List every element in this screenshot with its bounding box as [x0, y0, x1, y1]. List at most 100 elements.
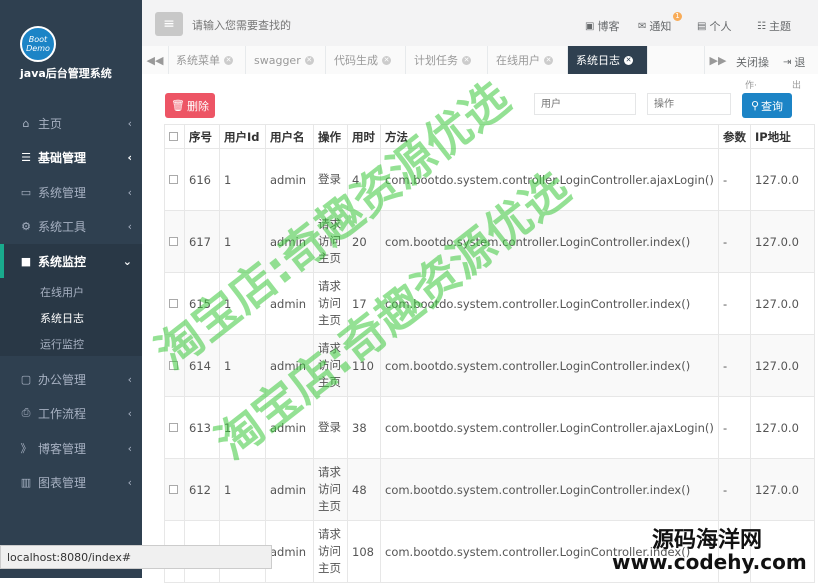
tab-label: 在线用户	[496, 54, 540, 67]
cell-duration: 48	[347, 458, 381, 521]
print-icon: ⎙	[21, 406, 31, 419]
checkbox-icon	[169, 422, 178, 432]
query-button[interactable]: ⚲ 查询	[742, 93, 792, 118]
column-header[interactable]: IP地址	[750, 124, 815, 149]
personal-link-label: 个人	[709, 20, 732, 33]
cell-ip: 127.0.0	[750, 272, 815, 335]
sidebar-item-label: 工作流程	[38, 406, 87, 421]
user-filter-input[interactable]	[534, 93, 636, 115]
chevron-down-icon: ⌄	[122, 254, 132, 268]
sidebar-header: Boot Demo java后台管理系统	[0, 0, 142, 100]
sidebar-item-system-monitor[interactable]: ■ 系统监控 ⌄	[0, 244, 142, 278]
video-icon: ■	[20, 254, 32, 268]
logout-link[interactable]: ⇥ 退	[783, 54, 805, 70]
sidebar-item-basic[interactable]: ☰ 基础管理 ‹	[0, 140, 142, 174]
tab-code-gen[interactable]: 代码生成 ✕	[326, 46, 406, 74]
cell-ip: 127.0.0	[750, 210, 815, 273]
submenu-item-system-log[interactable]: 系统日志	[40, 310, 84, 326]
app-logo[interactable]: Boot Demo	[20, 26, 56, 62]
tab-swagger[interactable]: swagger ✕	[246, 46, 326, 74]
chevron-left-icon: ‹	[127, 372, 132, 386]
close-icon[interactable]: ✕	[544, 55, 553, 65]
close-tabs-label: 关闭操	[736, 56, 769, 69]
cell-params: -	[718, 458, 751, 521]
notification-badge: 1	[673, 12, 682, 21]
tab-system-menu[interactable]: 系统菜单 ✕	[168, 46, 246, 74]
sidebar-item-label: 主页	[38, 116, 63, 131]
sidebar: Boot Demo java后台管理系统 ⌂ 主页 ‹ ☰ 基础管理 ‹ ▭ 系…	[0, 0, 142, 578]
cell-method: com.bootdo.system.controller.LoginContro…	[380, 458, 719, 521]
tab-system-log[interactable]: 系统日志 ✕	[568, 46, 648, 74]
row-checkbox[interactable]	[164, 210, 185, 273]
operation-filter-input[interactable]	[647, 93, 731, 115]
logout-label: 退	[794, 56, 806, 69]
close-icon[interactable]: ✕	[304, 55, 314, 65]
cell-ip: 127.0.0	[750, 458, 815, 521]
select-all-checkbox[interactable]	[164, 124, 185, 149]
trash-icon: 🗑	[171, 99, 185, 112]
close-icon[interactable]: ✕	[224, 55, 233, 65]
sidebar-item-home[interactable]: ⌂ 主页 ‹	[0, 106, 142, 140]
close-icon[interactable]: ✕	[462, 55, 471, 65]
close-icon[interactable]: ✕	[382, 55, 391, 65]
row-checkbox[interactable]	[164, 458, 185, 521]
tabs-scroll-right-button[interactable]: ▶▶	[704, 46, 731, 74]
envelope-icon: ✉	[638, 20, 647, 32]
tabs-scroll-left-button[interactable]: ◀◀	[142, 46, 169, 74]
app-title: java后台管理系统	[20, 67, 112, 80]
top-navbar: ≡ ▣ 博客 ✉ 通知 1 ▤ 个人 ☷ 主题	[142, 0, 818, 47]
column-header[interactable]: 操作	[313, 124, 348, 149]
column-header[interactable]: 参数	[718, 124, 751, 149]
search-input[interactable]	[190, 14, 354, 36]
sidebar-item-label: 办公管理	[38, 372, 87, 387]
logout-label-overflow: 出	[792, 81, 802, 91]
sidebar-item-label: 博客管理	[38, 441, 87, 456]
checkbox-icon	[169, 174, 178, 184]
sidebar-item-blog[interactable]: 》 博客管理 ‹	[0, 431, 142, 465]
notification-link[interactable]: ✉ 通知	[638, 18, 671, 34]
search-icon: ⚲	[750, 99, 760, 112]
column-header[interactable]: 序号	[184, 124, 220, 149]
tab-label: 代码生成	[334, 54, 378, 67]
home-icon: ⌂	[22, 116, 30, 130]
cell-ip: 127.0.0	[750, 148, 815, 211]
delete-button[interactable]: 🗑 删除	[165, 93, 215, 118]
cell-id: 617	[184, 210, 220, 273]
cell-username: admin	[265, 458, 314, 521]
sidebar-item-office[interactable]: ▢ 办公管理 ‹	[0, 362, 142, 396]
column-header[interactable]: 用户Id	[219, 124, 266, 149]
menu-toggle-button[interactable]: ≡	[155, 12, 183, 36]
close-tabs-dropdown[interactable]: 关闭操	[736, 54, 769, 70]
checkbox-icon	[169, 131, 178, 141]
cell-username: admin	[265, 520, 314, 583]
close-icon[interactable]: ✕	[624, 55, 633, 65]
row-checkbox[interactable]	[164, 396, 185, 459]
gear-icon: ⚙	[21, 219, 31, 233]
table-row[interactable]: 612 1 admin 请求访问主页 48 com.bootdo.system.contr…	[164, 458, 815, 521]
sidebar-item-system-admin[interactable]: ▭ 系统管理 ‹	[0, 175, 142, 209]
personal-link[interactable]: ▤ 个人	[697, 18, 731, 34]
blog-link[interactable]: ▣ 博客	[585, 18, 619, 34]
tab-label: 计划任务	[414, 54, 458, 67]
sidebar-item-label: 图表管理	[38, 475, 87, 490]
forward-icon: ▶▶	[709, 53, 727, 67]
column-header[interactable]: 用户名	[265, 124, 314, 149]
cell-params: -	[718, 334, 751, 397]
sidebar-item-workflow[interactable]: ⎙ 工作流程 ‹	[0, 396, 142, 430]
tab-online-users[interactable]: 在线用户 ✕	[488, 46, 568, 74]
desktop-icon: ▭	[20, 185, 32, 199]
cell-id: 612	[184, 458, 220, 521]
sidebar-item-system-tools[interactable]: ⚙ 系统工具 ‹	[0, 209, 142, 243]
chevron-left-icon: ‹	[127, 475, 132, 489]
submenu-item-online-users[interactable]: 在线用户	[40, 284, 84, 300]
tasks-icon: ☷	[757, 20, 766, 32]
cell-id: 616	[184, 148, 220, 211]
sidebar-item-label: 系统工具	[38, 219, 87, 234]
submenu-item-run-monitor[interactable]: 运行监控	[40, 336, 84, 352]
row-checkbox[interactable]	[164, 148, 185, 211]
cell-operation: 请求访问主页	[313, 520, 348, 583]
theme-link[interactable]: ☷ 主题	[757, 18, 791, 34]
sign-out-icon: ⇥	[783, 56, 792, 68]
sidebar-item-charts[interactable]: ▥ 图表管理 ‹	[0, 465, 142, 499]
close-tabs-label-overflow: 作·	[745, 81, 757, 91]
